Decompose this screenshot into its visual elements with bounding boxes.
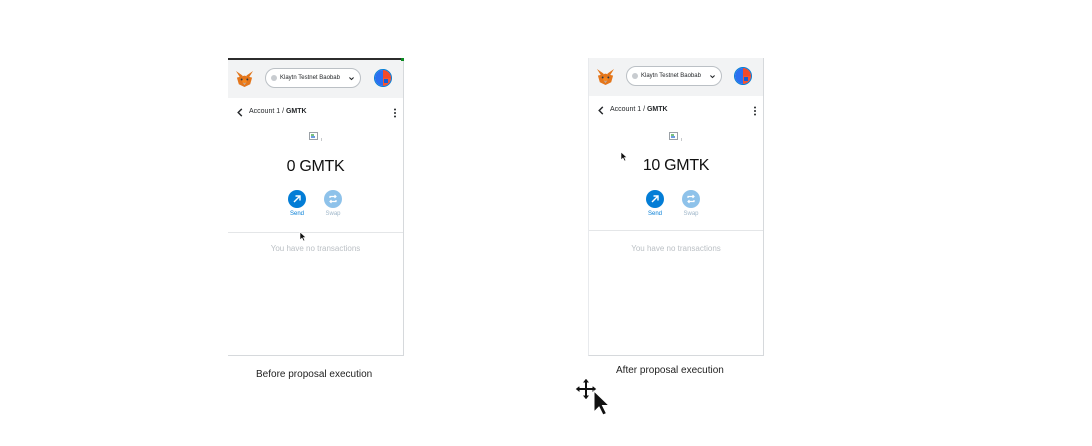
token-actions: Send Swap xyxy=(228,190,403,222)
token-balance: 0 GMTK xyxy=(286,158,345,175)
broken-image-icon xyxy=(669,132,682,141)
kebab-menu-icon[interactable] xyxy=(753,106,757,116)
kebab-menu-icon[interactable] xyxy=(393,108,397,118)
move-cursor-icon xyxy=(574,377,611,416)
account-avatar-icon[interactable] xyxy=(734,67,752,85)
network-label: Klaytn Testnet Baobab xyxy=(280,75,340,81)
empty-transactions-message: You have no transactions xyxy=(270,244,361,253)
mouse-pointer-icon xyxy=(299,231,307,242)
send-arrow-icon xyxy=(293,195,301,203)
metamask-fox-icon[interactable] xyxy=(596,68,615,86)
breadcrumb[interactable]: Account 1 / GMTK xyxy=(610,106,668,113)
caption-before: Before proposal execution xyxy=(256,369,373,380)
breadcrumb[interactable]: Account 1 / GMTK xyxy=(249,108,307,115)
send-button[interactable]: Send xyxy=(640,190,670,217)
empty-transactions-message: You have no transactions xyxy=(631,244,721,253)
back-arrow-icon[interactable] xyxy=(236,108,244,117)
breadcrumb-account: Account 1 / xyxy=(610,106,646,113)
network-selector[interactable]: Klaytn Testnet Baobab xyxy=(626,66,722,86)
asset-header: Account 1 / GMTK xyxy=(589,104,763,118)
broken-image-icon xyxy=(308,132,322,141)
chevron-down-icon xyxy=(710,74,715,78)
send-button[interactable]: Send xyxy=(282,190,312,217)
wallet-panel-before: Klaytn Testnet Baobab Account 1 / GMTK 0… xyxy=(228,58,404,356)
send-label: Send xyxy=(647,211,662,217)
breadcrumb-token: GMTK xyxy=(646,106,668,113)
back-arrow-icon[interactable] xyxy=(597,106,605,115)
swap-button[interactable]: Swap xyxy=(676,190,706,217)
app-header: Klaytn Testnet Baobab xyxy=(589,58,763,96)
network-dot-icon xyxy=(271,75,277,81)
breadcrumb-account: Account 1 / xyxy=(249,108,285,115)
mouse-pointer-icon xyxy=(620,151,628,162)
send-arrow-icon xyxy=(651,195,659,203)
swap-button[interactable]: Swap xyxy=(318,190,348,217)
chevron-down-icon xyxy=(349,76,354,80)
swap-arrows-icon xyxy=(329,194,337,204)
swap-arrows-icon xyxy=(687,194,695,204)
network-dot-icon xyxy=(632,73,638,79)
asset-header: Account 1 / GMTK xyxy=(228,106,403,120)
account-avatar-icon[interactable] xyxy=(374,69,392,87)
wallet-panel-after: Klaytn Testnet Baobab Account 1 / GMTK 1… xyxy=(588,58,764,356)
send-label: Send xyxy=(289,211,304,217)
divider xyxy=(589,230,763,231)
network-label: Klaytn Testnet Baobab xyxy=(641,73,701,79)
swap-label: Swap xyxy=(325,211,341,217)
network-selector[interactable]: Klaytn Testnet Baobab xyxy=(265,68,361,88)
swap-label: Swap xyxy=(683,211,699,217)
breadcrumb-token: GMTK xyxy=(285,108,307,115)
token-actions: Send Swap xyxy=(589,190,763,222)
caption-after: After proposal execution xyxy=(616,365,724,376)
token-balance: 10 GMTK xyxy=(642,157,710,174)
metamask-fox-icon[interactable] xyxy=(235,70,254,88)
app-header: Klaytn Testnet Baobab xyxy=(228,58,404,98)
divider xyxy=(228,232,403,233)
